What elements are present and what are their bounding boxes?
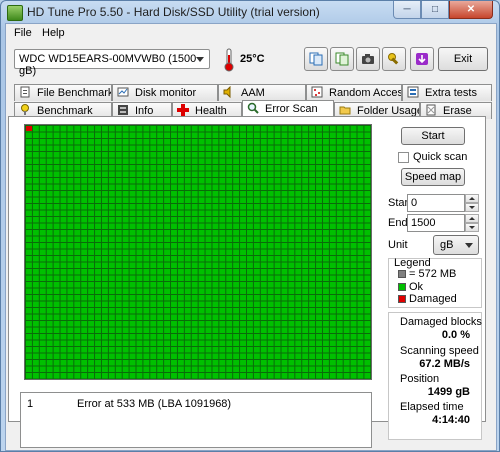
unit-select[interactable]: gB bbox=[433, 235, 479, 255]
start-button[interactable]: Start bbox=[401, 127, 465, 145]
speed-map-button[interactable]: Speed map bbox=[401, 168, 465, 186]
maximize-icon: □ bbox=[431, 4, 439, 15]
drive-select-value: WDC WD15EARS-00MVWB0 (1500 gB) bbox=[19, 53, 197, 77]
drive-select[interactable]: WDC WD15EARS-00MVWB0 (1500 gB) bbox=[14, 49, 210, 77]
benchmark-icon bbox=[21, 104, 29, 115]
close-button[interactable]: ✕ bbox=[449, 1, 493, 19]
save-button[interactable] bbox=[410, 47, 434, 71]
magnifier-icon bbox=[247, 102, 259, 114]
spin-up-icon[interactable] bbox=[465, 194, 479, 203]
random-access-icon bbox=[311, 86, 323, 98]
minimize-button[interactable]: ─ bbox=[393, 1, 421, 19]
tab-random-access[interactable]: Random Access bbox=[306, 84, 402, 101]
end-input-value: 1500 bbox=[411, 217, 436, 229]
file-benchmark-icon bbox=[20, 86, 30, 98]
options-button[interactable] bbox=[382, 47, 406, 71]
tab-label: File Benchmark bbox=[37, 87, 112, 99]
damaged-blocks-label: Damaged blocks bbox=[400, 316, 482, 328]
legend-ok-label: Ok bbox=[409, 281, 424, 293]
screenshot-button[interactable] bbox=[356, 47, 380, 71]
title-bar[interactable]: HD Tune Pro 5.50 - Hard Disk/SSD Utility… bbox=[1, 1, 499, 23]
legend-damaged-label: Damaged bbox=[409, 293, 457, 305]
scan-block-map bbox=[24, 124, 372, 380]
health-cross-icon bbox=[177, 104, 189, 116]
legend-block-swatch bbox=[398, 270, 406, 278]
position-label: Position bbox=[400, 373, 440, 385]
tab-aam[interactable]: AAM bbox=[218, 84, 306, 101]
quick-scan-checkbox[interactable] bbox=[398, 152, 409, 163]
app-icon bbox=[7, 5, 23, 21]
erase-icon bbox=[426, 104, 436, 116]
window-controls: ─ □ ✕ bbox=[393, 1, 493, 19]
quick-scan-label: Quick scan bbox=[413, 151, 468, 163]
tab-label: Disk monitor bbox=[135, 87, 197, 99]
tab-label: Random Access bbox=[329, 87, 402, 99]
folder-icon bbox=[339, 106, 351, 115]
tab-disk-monitor[interactable]: Disk monitor bbox=[112, 84, 218, 101]
temperature-value: 25°C bbox=[240, 53, 265, 65]
chevron-down-icon bbox=[196, 57, 204, 62]
copy-text-icon bbox=[335, 52, 349, 66]
disk-monitor-icon bbox=[117, 87, 129, 97]
end-spinner[interactable] bbox=[465, 214, 479, 232]
spin-down-icon[interactable] bbox=[465, 203, 479, 212]
spin-up-icon[interactable] bbox=[465, 214, 479, 223]
maximize-button[interactable]: □ bbox=[421, 1, 449, 19]
toolbar: WDC WD15EARS-00MVWB0 (1500 gB) 25°C Exit bbox=[6, 44, 496, 77]
chevron-down-icon bbox=[465, 243, 473, 248]
elapsed-time-label: Elapsed time bbox=[400, 401, 464, 413]
download-icon bbox=[416, 53, 428, 65]
block-grid bbox=[25, 125, 371, 379]
legend-damaged-swatch bbox=[398, 295, 406, 303]
start-spinner[interactable] bbox=[465, 194, 479, 212]
copy-text-button[interactable] bbox=[330, 47, 354, 71]
legend-ok-swatch bbox=[398, 283, 406, 291]
spin-down-icon[interactable] bbox=[465, 223, 479, 232]
copy-icon bbox=[309, 52, 323, 66]
position-value: 1499 gB bbox=[427, 386, 470, 398]
end-input[interactable]: 1500 bbox=[407, 214, 465, 232]
tab-file-benchmark[interactable]: File Benchmark bbox=[14, 84, 112, 101]
menu-file[interactable]: File bbox=[14, 27, 32, 39]
damaged-block bbox=[26, 126, 32, 131]
tab-label: Extra tests bbox=[425, 87, 477, 99]
scanning-speed-value: 67.2 MB/s bbox=[419, 358, 470, 370]
tab-label: Error Scan bbox=[265, 103, 318, 115]
end-field-label: End bbox=[388, 217, 408, 229]
start-input-value: 0 bbox=[411, 197, 418, 209]
speaker-icon bbox=[223, 86, 231, 98]
close-icon: ✕ bbox=[466, 4, 476, 15]
log-entry-message: Error at 533 MB (LBA 1091968) bbox=[77, 398, 232, 410]
scanning-speed-label: Scanning speed bbox=[400, 345, 479, 357]
legend-block-size: = 572 MB bbox=[409, 268, 457, 280]
log-entry-number: 1 bbox=[27, 398, 34, 410]
elapsed-time-value: 4:14:40 bbox=[432, 414, 470, 426]
start-input[interactable]: 0 bbox=[407, 194, 465, 212]
damaged-blocks-value: 0.0 % bbox=[441, 329, 470, 341]
menu-help[interactable]: Help bbox=[42, 27, 65, 39]
menu-bar: File Help bbox=[6, 24, 496, 42]
error-log[interactable]: 1 Error at 533 MB (LBA 1091968) bbox=[20, 392, 372, 448]
tab-extra-tests[interactable]: Extra tests bbox=[402, 84, 492, 101]
camera-icon bbox=[362, 54, 374, 64]
unit-label: Unit bbox=[388, 239, 408, 251]
exit-button[interactable]: Exit bbox=[438, 47, 488, 71]
tools-icon bbox=[388, 53, 399, 65]
copy-info-button[interactable] bbox=[304, 47, 328, 71]
window-title: HD Tune Pro 5.50 - Hard Disk/SSD Utility… bbox=[27, 5, 320, 19]
tab-label: AAM bbox=[241, 87, 265, 99]
extra-tests-icon bbox=[407, 86, 419, 98]
minimize-icon: ─ bbox=[403, 4, 411, 15]
thermometer-icon bbox=[224, 48, 234, 72]
info-icon bbox=[118, 105, 128, 115]
unit-select-value: gB bbox=[440, 239, 454, 251]
